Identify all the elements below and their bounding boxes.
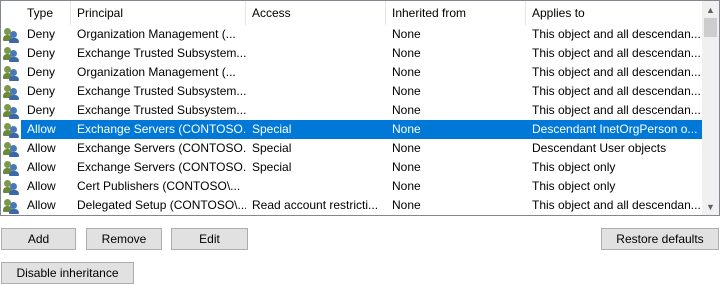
entry-type: Deny — [27, 27, 56, 41]
entry-type: Allow — [27, 179, 56, 193]
entry-applies-to: This object and all descendan... — [532, 84, 701, 98]
users-icon — [3, 179, 19, 195]
entry-icon-cell — [1, 82, 21, 101]
entry-applies-to: This object and all descendan... — [532, 65, 701, 79]
column-header-principal[interactable]: Principal — [71, 1, 246, 25]
entry-icon-cell — [1, 139, 21, 158]
entry-principal: Cert Publishers (CONTOSO\... — [77, 179, 241, 193]
entry-inherited-from: None — [392, 27, 421, 41]
entry-type: Deny — [27, 46, 56, 60]
entry-type: Deny — [27, 65, 56, 79]
entry-applies-to: This object only — [532, 160, 616, 174]
users-icon — [3, 27, 19, 43]
entry-access: Special — [252, 160, 292, 174]
entry-access — [246, 82, 386, 101]
restore-defaults-button[interactable]: Restore defaults — [601, 228, 719, 250]
entry-type: Deny — [27, 103, 56, 117]
users-icon — [3, 65, 19, 81]
entry-applies-to: This object and all descendan... — [532, 27, 701, 41]
entry-type: Deny — [27, 84, 56, 98]
permission-entries-list[interactable]: Type Principal Access Inherited from App… — [0, 0, 720, 216]
entry-inherited-from: None — [392, 141, 421, 155]
entry-inherited-from: None — [392, 160, 421, 174]
entry-inherited-from: None — [392, 179, 421, 193]
users-icon — [3, 198, 19, 214]
entry-icon-cell — [1, 177, 21, 196]
entry-type: Allow — [27, 122, 56, 136]
users-icon — [3, 122, 19, 138]
entry-principal: Delegated Setup (CONTOSO\... — [77, 198, 246, 212]
column-header-applies-to[interactable]: Applies to — [526, 1, 703, 25]
table-row[interactable]: Allow Delegated Setup (CONTOSO\... Read ac… — [1, 196, 703, 215]
users-icon — [3, 103, 19, 119]
vertical-scrollbar[interactable]: ▲ ▼ — [702, 1, 719, 215]
entry-inherited-from: None — [392, 84, 421, 98]
disable-inheritance-button[interactable]: Disable inheritance — [1, 262, 134, 284]
entry-icon-cell — [1, 158, 21, 177]
table-row[interactable]: Deny Organization Management (... None This… — [1, 25, 703, 44]
entry-access: Special — [252, 122, 292, 136]
entry-access — [246, 63, 386, 82]
entry-applies-to: This object and all descendan... — [532, 198, 701, 212]
entry-type: Allow — [27, 160, 56, 174]
users-icon — [3, 160, 19, 176]
table-row[interactable]: Deny Exchange Trusted Subsystem... None Thi… — [1, 101, 703, 120]
entry-inherited-from: None — [392, 122, 421, 136]
entry-inherited-from: None — [392, 46, 421, 60]
entry-type: Allow — [27, 198, 56, 212]
remove-button[interactable]: Remove — [86, 228, 162, 250]
entry-principal: Organization Management (... — [77, 65, 236, 79]
entry-access — [246, 177, 386, 196]
entry-applies-to: Descendant User objects — [532, 141, 667, 155]
entry-icon-cell — [1, 25, 21, 44]
entry-icon-cell — [1, 101, 21, 120]
entry-inherited-from: None — [392, 65, 421, 79]
header-icon-column — [1, 1, 21, 25]
entry-inherited-from: None — [392, 198, 421, 212]
entry-principal: Exchange Servers (CONTOSO... — [77, 122, 246, 136]
table-row[interactable]: Allow Exchange Servers (CONTOSO... Special… — [1, 158, 703, 177]
entry-access — [246, 101, 386, 120]
chevron-up-icon[interactable]: ▲ — [702, 1, 719, 18]
table-row[interactable]: Deny Exchange Trusted Subsystem... None Thi… — [1, 44, 703, 63]
entry-principal: Organization Management (... — [77, 27, 236, 41]
chevron-down-icon[interactable]: ▼ — [702, 198, 719, 215]
entry-type: Allow — [27, 141, 56, 155]
add-button[interactable]: Add — [1, 228, 76, 250]
entry-icon-cell — [1, 63, 21, 82]
list-rows: Deny Organization Management (... None This… — [1, 25, 703, 215]
list-header: Type Principal Access Inherited from App… — [1, 1, 703, 25]
entry-applies-to: This object and all descendan... — [532, 103, 701, 117]
entry-principal: Exchange Trusted Subsystem... — [77, 84, 246, 98]
entry-access: Special — [252, 141, 292, 155]
entry-applies-to: This object and all descendan... — [532, 46, 701, 60]
table-row[interactable]: Allow Exchange Servers (CONTOSO... Special… — [1, 120, 703, 139]
entry-access: Read account restricti... — [252, 198, 379, 212]
entry-access — [246, 25, 386, 44]
entry-icon-cell — [1, 44, 21, 63]
entry-principal: Exchange Servers (CONTOSO... — [77, 160, 246, 174]
users-icon — [3, 46, 19, 62]
column-header-access[interactable]: Access — [246, 1, 386, 25]
edit-button[interactable]: Edit — [171, 228, 248, 250]
column-header-type[interactable]: Type — [21, 1, 71, 25]
entry-principal: Exchange Servers (CONTOSO... — [77, 141, 246, 155]
entry-applies-to: Descendant InetOrgPerson o... — [532, 122, 698, 136]
users-icon — [3, 141, 19, 157]
column-header-inherited-from[interactable]: Inherited from — [386, 1, 526, 25]
entry-icon-cell — [1, 196, 21, 215]
users-icon — [3, 84, 19, 100]
table-row[interactable]: Deny Organization Management (... None This… — [1, 63, 703, 82]
entry-principal: Exchange Trusted Subsystem... — [77, 103, 246, 117]
entry-principal: Exchange Trusted Subsystem... — [77, 46, 246, 60]
table-row[interactable]: Allow Cert Publishers (CONTOSO\... None Thi… — [1, 177, 703, 196]
entry-applies-to: This object only — [532, 179, 616, 193]
table-row[interactable]: Allow Exchange Servers (CONTOSO... Special… — [1, 139, 703, 158]
scrollbar-thumb[interactable] — [704, 18, 717, 37]
table-row[interactable]: Deny Exchange Trusted Subsystem... None Thi… — [1, 82, 703, 101]
entry-icon-cell — [1, 120, 21, 139]
entry-inherited-from: None — [392, 103, 421, 117]
entry-access — [246, 44, 386, 63]
